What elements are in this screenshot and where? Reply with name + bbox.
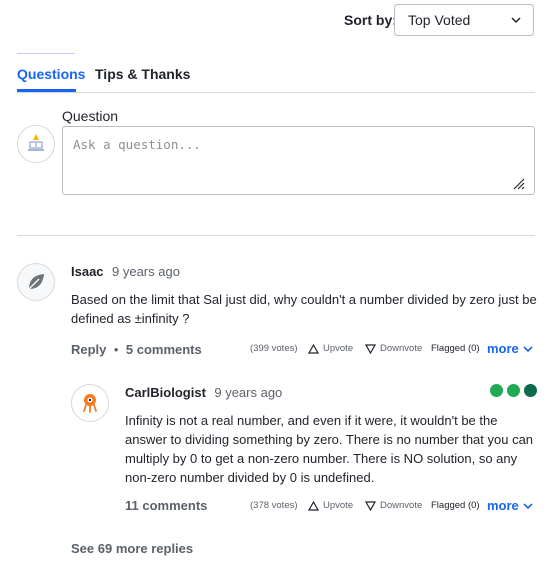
answer-header: CarlBiologist 9 years ago [125,384,282,402]
answer-author-avatar [71,384,109,422]
question-actions: Reply • 5 comments [71,341,202,359]
answer-upvote-button[interactable]: Upvote [308,500,353,511]
reply-link[interactable]: Reply [71,342,106,357]
question-upvote-button[interactable]: Upvote [308,343,353,354]
downvote-label: Downvote [380,500,423,511]
question-text: Based on the limit that Sal just did, wh… [71,292,537,326]
resize-handle-icon[interactable] [511,176,525,190]
downvote-icon [365,343,376,354]
tab-tips-thanks[interactable]: Tips & Thanks [95,66,190,82]
question-comments-link[interactable]: 5 comments [126,342,202,357]
answer-text: Infinity is not a real number, and even … [125,413,534,485]
more-label: more [487,498,519,513]
answer-flag-button[interactable]: Flagged (0) [431,500,480,511]
separator-dot: • [113,342,119,357]
question-author-avatar [17,263,55,301]
chevron-down-icon [523,345,533,352]
answer-author[interactable]: CarlBiologist [125,385,206,400]
tab-questions[interactable]: Questions [17,66,85,82]
answer-time: 9 years ago [214,385,283,400]
sort-label: Sort by: [344,12,397,28]
upvote-label: Upvote [323,343,354,354]
answer-more-button[interactable]: more [487,498,533,513]
question-downvote-button[interactable]: Downvote [365,343,422,354]
upvote-label: Upvote [323,500,354,511]
question-flag-button[interactable]: Flagged (0) [431,343,480,354]
see-more-replies-link[interactable]: See 69 more replies [71,541,193,556]
chevron-down-icon [511,17,521,24]
question-label: Question [62,108,119,124]
answer-votes: (378 votes) [250,500,298,511]
question-more-button[interactable]: more [487,341,533,356]
badge-icon[interactable] [524,384,537,397]
robot-avatar-icon [83,394,97,413]
user-avatar-icon [28,134,44,151]
tabs-divider [17,92,535,93]
leaf-icon [28,274,44,290]
downvote-label: Downvote [380,343,423,354]
answer-badges [490,384,537,397]
badge-icon[interactable] [490,384,503,397]
section-divider [17,235,535,236]
more-label: more [487,341,519,356]
answer-downvote-button[interactable]: Downvote [365,500,422,511]
question-time: 9 years ago [112,264,180,279]
tab-divider-top [17,53,75,54]
sort-selected-value: Top Voted [408,12,471,28]
upvote-icon [308,500,319,511]
downvote-icon [365,500,376,511]
question-votes: (399 votes) [250,343,298,354]
answer-comments-link[interactable]: 11 comments [125,498,207,513]
upvote-icon [308,343,319,354]
question-box[interactable] [62,126,535,195]
badge-icon[interactable] [507,384,520,397]
sort-select[interactable]: Top Voted [394,4,534,36]
question-header: Isaac 9 years ago [71,263,180,281]
question-author[interactable]: Isaac [71,264,104,279]
chevron-down-icon [523,502,533,509]
user-avatar [17,125,55,163]
question-input[interactable] [73,137,524,181]
